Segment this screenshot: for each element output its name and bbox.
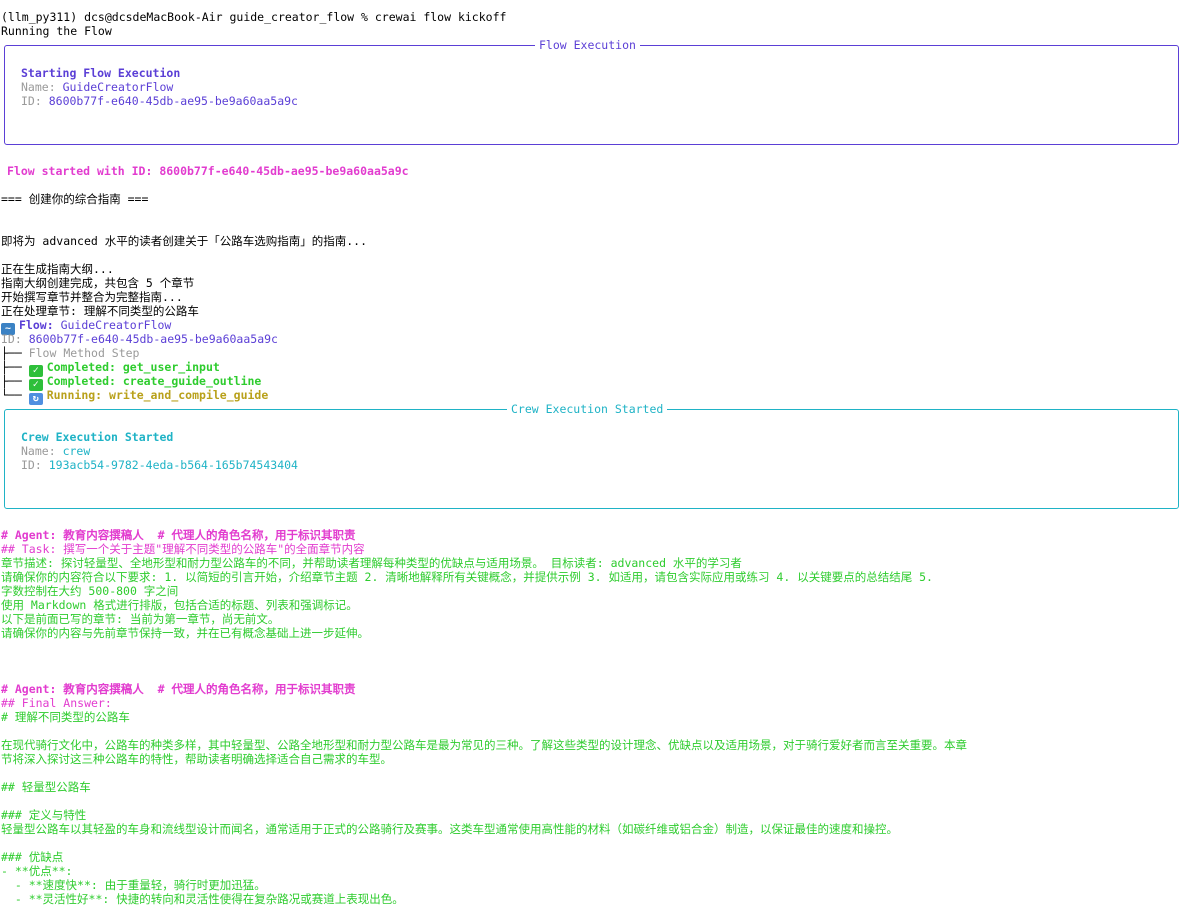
- tree-branch: ├──: [1, 374, 29, 388]
- task-detail-line: 使用 Markdown 格式进行排版，包括合适的标题、列表和强调标记。: [1, 598, 358, 612]
- tree-running-row: └── ↻ Running: write_and_compile_guide: [1, 388, 269, 405]
- flow-execution-heading: Starting Flow Execution: [21, 66, 181, 80]
- tree-completed-row-1: ├── ✓ Completed: get_user_input: [1, 360, 220, 377]
- tree-flow-row: ~ Flow: GuideCreatorFlow: [1, 318, 172, 335]
- tree-branch: └──: [1, 388, 29, 402]
- definition-text: 轻量型公路车以其轻盈的车身和流线型设计而闻名，通常适用于正式的公路骑行及赛事。这…: [1, 822, 898, 836]
- tree-branch: ├──: [1, 360, 29, 374]
- generating-outline: 正在生成指南大纲...: [1, 262, 114, 276]
- heading-definition: ### 定义与特性: [1, 808, 87, 822]
- crew-name-value: crew: [62, 444, 91, 458]
- final-answer-label: ## Final Answer:: [1, 696, 112, 710]
- answer-intro-line: 在现代骑行文化中，公路车的种类多样，其中轻量型、公路全地形型和耐力型公路车是最为…: [1, 738, 967, 752]
- task-detail-line: 以下是前面已写的章节: 当前为第一章节，尚无前文。: [1, 612, 280, 626]
- task-detail-line: 字数控制在大约 500-800 字之间: [1, 584, 179, 598]
- completed-step-1: Completed: get_user_input: [46, 360, 220, 374]
- creating-message: 即将为 advanced 水平的读者创建关于「公路车选购指南」的指南...: [1, 234, 368, 248]
- flow-id-value: 8600b77f-e640-45db-ae95-be9a60aa5a9c: [48, 94, 298, 108]
- flow-execution-panel: Flow Execution Starting Flow Execution N…: [4, 38, 1179, 145]
- start-writing: 开始撰写章节并整合为完整指南...: [1, 290, 183, 304]
- tree-branch: ├──: [1, 346, 29, 360]
- tree-flow-value: GuideCreatorFlow: [60, 318, 172, 332]
- tree-flow-label: Flow:: [19, 318, 54, 332]
- flow-execution-title: Flow Execution: [535, 38, 640, 52]
- heading-pros-cons: ### 优缺点: [1, 850, 64, 864]
- completed-step-2: Completed: create_guide_outline: [46, 374, 262, 388]
- crew-execution-title: Crew Execution Started: [507, 402, 668, 416]
- tree-id-value: 8600b77f-e640-45db-ae95-be9a60aa5a9c: [28, 332, 278, 346]
- pros-label: - **优点**:: [1, 864, 73, 878]
- crew-execution-heading: Crew Execution Started: [21, 430, 174, 444]
- running-step: Running: write_and_compile_guide: [46, 388, 269, 402]
- heading-lightweight: ## 轻量型公路车: [1, 780, 91, 794]
- task-detail-line: 请确保你的内容符合以下要求: 1. 以简短的引言开始，介绍章节主题 2. 清晰地…: [1, 570, 933, 584]
- answer-intro-line: 节将深入探讨这三种公路车的特性，帮助读者明确选择适合自己需求的车型。: [1, 752, 392, 766]
- name-label: Name:: [21, 80, 56, 94]
- crew-id-value: 193acb54-9782-4eda-b564-165b74543404: [48, 458, 298, 472]
- agent-line: # Agent: 教育内容撰稿人 # 代理人的角色名称，用于标识其职责: [1, 528, 356, 542]
- tree-id-row: ID: 8600b77f-e640-45db-ae95-be9a60aa5a9c: [1, 332, 278, 346]
- task-line: ## Task: 撰写一个关于主题"理解不同类型的公路车"的全面章节内容: [1, 542, 365, 556]
- tree-method-row: ├── Flow Method Step: [1, 346, 139, 360]
- shell-prompt: (llm_py311) dcs@dcsdeMacBook-Air guide_c…: [1, 10, 507, 24]
- pro-item: - **速度快**: 由于重量轻，骑行时更加迅猛。: [1, 878, 266, 892]
- task-detail-line: 请确保你的内容与先前章节保持一致，并在已有概念基础上进一步延伸。: [1, 626, 369, 640]
- guide-header: === 创建你的综合指南 ===: [1, 192, 149, 206]
- task-detail-line: 章节描述: 探讨轻量型、全地形型和耐力型公路车的不同，并帮助读者理解每种类型的优…: [1, 556, 742, 570]
- name-label: Name:: [21, 444, 56, 458]
- pro-item: - **灵活性好**: 快捷的转向和灵活性使得在复杂路况或赛道上表现出色。: [1, 892, 404, 906]
- tree-id-label: ID:: [1, 332, 22, 346]
- answer-title: # 理解不同类型的公路车: [1, 710, 130, 724]
- flow-started-line: Flow started with ID: 8600b77f-e640-45db…: [7, 164, 409, 178]
- processing-chapter: 正在处理章节: 理解不同类型的公路车: [1, 304, 199, 318]
- crew-execution-panel: Crew Execution Started Crew Execution St…: [4, 402, 1179, 509]
- outline-complete: 指南大纲创建完成，共包含 5 个章节: [1, 276, 195, 290]
- flow-name-row: Name: GuideCreatorFlow: [21, 80, 173, 94]
- refresh-icon: ↻: [28, 393, 43, 405]
- id-label: ID:: [21, 458, 42, 472]
- flow-name-value: GuideCreatorFlow: [62, 80, 174, 94]
- tree-method-step: Flow Method Step: [28, 346, 140, 360]
- id-label: ID:: [21, 94, 42, 108]
- crew-name-row: Name: crew: [21, 444, 90, 458]
- flow-id-row: ID: 8600b77f-e640-45db-ae95-be9a60aa5a9c: [21, 94, 298, 108]
- running-status: Running the Flow: [1, 24, 112, 38]
- tree-completed-row-2: ├── ✓ Completed: create_guide_outline: [1, 374, 262, 391]
- answer-agent-line: # Agent: 教育内容撰稿人 # 代理人的角色名称，用于标识其职责: [1, 682, 356, 696]
- crew-id-row: ID: 193acb54-9782-4eda-b564-165b74543404: [21, 458, 298, 472]
